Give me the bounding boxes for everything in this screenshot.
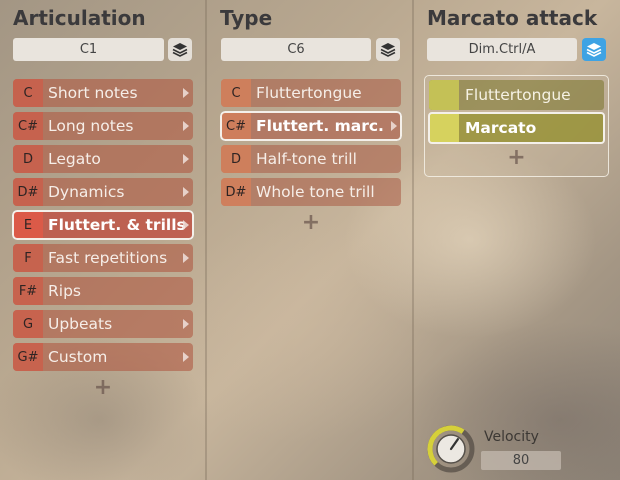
articulation-item-short-notes[interactable]: C Short notes — [13, 79, 193, 107]
chevron-right-icon[interactable] — [391, 121, 397, 131]
item-label: Whole tone trill — [256, 183, 375, 201]
layers-icon — [172, 42, 188, 57]
type-selector[interactable]: C6 — [221, 38, 371, 61]
add-attack-button[interactable]: + — [425, 146, 608, 170]
type-item-fluttertongue[interactable]: C Fluttertongue — [221, 79, 401, 107]
key-label: F — [13, 244, 43, 272]
key-label: D — [13, 145, 43, 173]
marcato-attack-box: Fluttertongue Marcato + — [424, 75, 609, 177]
key-label: G# — [13, 343, 43, 371]
marcato-selector[interactable]: Dim.Ctrl/A — [427, 38, 577, 61]
articulation-item-fluttert-trills[interactable]: E Fluttert. & trills — [12, 210, 194, 240]
item-label: Long notes — [48, 117, 134, 135]
key-label: C# — [13, 112, 43, 140]
chevron-right-icon[interactable] — [183, 352, 189, 362]
key-label: E — [13, 211, 43, 239]
type-item-fluttert-marc[interactable]: C# Fluttert. marc. — [220, 111, 402, 141]
articulation-item-upbeats[interactable]: G Upbeats — [13, 310, 193, 338]
key-label: D# — [13, 178, 43, 206]
marcato-title: Marcato attack — [427, 6, 598, 30]
type-column: Type C6 C Fluttertongue C# Fluttert. marc. D… — [207, 0, 412, 480]
velocity-label: Velocity — [484, 429, 539, 445]
chevron-right-icon[interactable] — [183, 220, 189, 230]
articulation-item-custom[interactable]: G# Custom — [13, 343, 193, 371]
articulation-item-fast-repetitions[interactable]: F Fast repetitions — [13, 244, 193, 272]
articulation-selector[interactable]: C1 — [13, 38, 164, 61]
chevron-right-icon[interactable] — [183, 319, 189, 329]
articulation-item-long-notes[interactable]: C# Long notes — [13, 112, 193, 140]
type-item-whole-tone-trill[interactable]: D# Whole tone trill — [221, 178, 401, 206]
item-label: Rips — [48, 282, 81, 300]
chevron-right-icon[interactable] — [183, 154, 189, 164]
add-type-button[interactable]: + — [221, 211, 401, 235]
item-label: Fast repetitions — [48, 249, 168, 267]
type-title: Type — [220, 6, 273, 30]
color-swatch — [429, 113, 459, 143]
item-label: Fluttertongue — [256, 84, 362, 102]
key-label: C — [13, 79, 43, 107]
item-label: Short notes — [48, 84, 138, 102]
articulation-item-legato[interactable]: D Legato — [13, 145, 193, 173]
key-label: D — [221, 145, 251, 173]
articulation-title: Articulation — [13, 6, 146, 30]
key-label: G — [13, 310, 43, 338]
articulation-list: C Short notes C# Long notes D Legato D# Dynamic… — [12, 79, 194, 400]
key-label: C — [221, 79, 251, 107]
marcato-layers-button[interactable] — [582, 38, 606, 61]
chevron-right-icon[interactable] — [183, 253, 189, 263]
item-label: Fluttert. marc. — [256, 117, 384, 135]
marcato-column: Marcato attack Dim.Ctrl/A Fluttertongue … — [414, 0, 620, 480]
key-label: F# — [13, 277, 43, 305]
attack-item-label: Marcato — [465, 119, 537, 137]
attack-item-marcato[interactable]: Marcato — [428, 112, 605, 144]
type-item-half-tone-trill[interactable]: D Half-tone trill — [221, 145, 401, 173]
velocity-knob[interactable] — [427, 425, 475, 473]
key-label: C# — [221, 112, 251, 140]
key-label: D# — [221, 178, 251, 206]
articulation-item-dynamics[interactable]: D# Dynamics — [13, 178, 193, 206]
layers-icon — [586, 42, 602, 57]
item-label: Custom — [48, 348, 108, 366]
chevron-right-icon[interactable] — [183, 88, 189, 98]
chevron-right-icon[interactable] — [183, 187, 189, 197]
chevron-right-icon[interactable] — [183, 121, 189, 131]
velocity-value-field[interactable]: 80 — [481, 451, 561, 470]
item-label: Dynamics — [48, 183, 125, 201]
type-layers-button[interactable] — [376, 38, 400, 61]
item-label: Legato — [48, 150, 101, 168]
attack-item-label: Fluttertongue — [465, 86, 571, 104]
item-label: Upbeats — [48, 315, 113, 333]
attack-item-fluttertongue[interactable]: Fluttertongue — [429, 80, 604, 110]
item-label: Half-tone trill — [256, 150, 357, 168]
articulation-column: Articulation C1 C Short notes C# Long notes… — [0, 0, 205, 480]
color-swatch — [429, 80, 459, 110]
articulation-item-rips[interactable]: F# Rips — [13, 277, 193, 305]
add-articulation-button[interactable]: + — [13, 376, 193, 400]
articulation-layers-button[interactable] — [168, 38, 192, 61]
type-list: C Fluttertongue C# Fluttert. marc. D Half-ton… — [220, 79, 402, 235]
item-label: Fluttert. & trills — [48, 216, 186, 234]
layers-icon — [380, 42, 396, 57]
